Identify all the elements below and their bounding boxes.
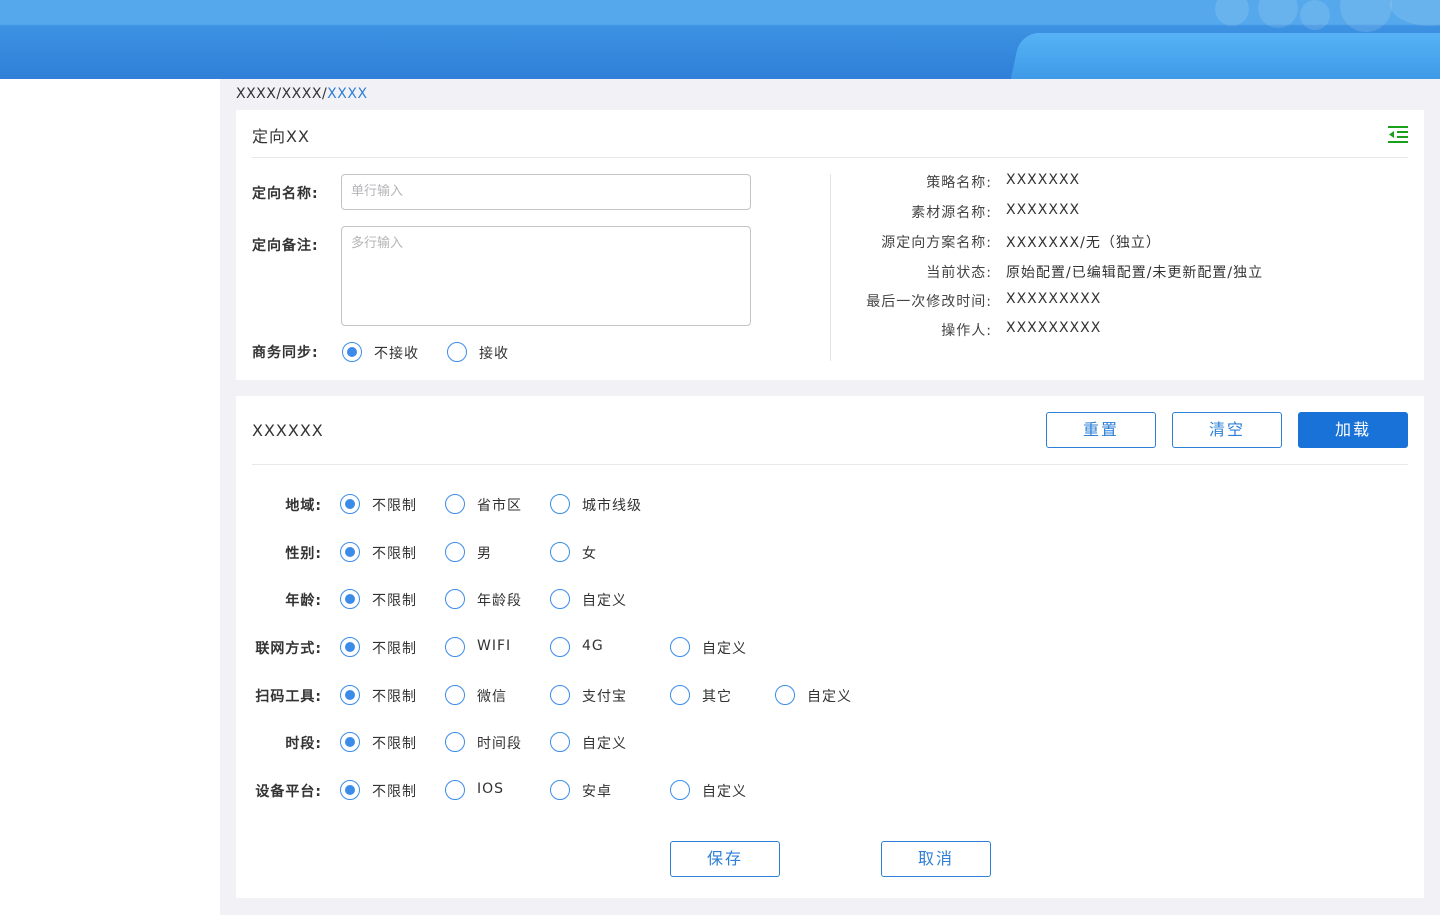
info-value: XXXXXXX bbox=[1006, 172, 1081, 188]
filter-radio[interactable] bbox=[550, 637, 570, 657]
info-value: XXXXXXX bbox=[1006, 202, 1081, 218]
filter-radio[interactable] bbox=[775, 685, 795, 705]
outdent-icon[interactable] bbox=[1387, 124, 1409, 146]
filter-option-label: 不限制 bbox=[372, 689, 417, 705]
info-value: XXXXXXX/无（独立） bbox=[1006, 235, 1161, 251]
filter-radio[interactable] bbox=[340, 494, 360, 514]
filter-option-label: 不限制 bbox=[372, 641, 417, 657]
filter-label: 设备平台: bbox=[255, 784, 322, 800]
sync-label: 商务同步: bbox=[252, 345, 319, 361]
filter-radio[interactable] bbox=[445, 685, 465, 705]
filter-label: 时段: bbox=[285, 736, 322, 752]
info-key: 源定向方案名称: bbox=[881, 235, 992, 251]
breadcrumb: XXXX/XXXX/XXXX bbox=[236, 86, 368, 102]
name-label: 定向名称: bbox=[252, 186, 319, 202]
filter-radio[interactable] bbox=[445, 637, 465, 657]
filter-option-label: 不限制 bbox=[372, 546, 417, 562]
sync-option-label: 接收 bbox=[479, 346, 509, 362]
filter-label: 联网方式: bbox=[255, 641, 322, 657]
info-key: 最后一次修改时间: bbox=[866, 294, 992, 310]
filter-option-label: 不限制 bbox=[372, 593, 417, 609]
filter-option-label: 女 bbox=[582, 546, 597, 562]
info-key: 策略名称: bbox=[926, 175, 992, 191]
panel-title: XXXXXX bbox=[252, 421, 324, 440]
info-key: 素材源名称: bbox=[911, 205, 992, 221]
filter-radio[interactable] bbox=[550, 494, 570, 514]
filter-radio[interactable] bbox=[445, 494, 465, 514]
info-value: XXXXXXXXX bbox=[1006, 320, 1102, 336]
cancel-button[interactable]: 取消 bbox=[881, 841, 991, 877]
sync-radio-reject[interactable] bbox=[342, 342, 362, 362]
sync-option-label: 不接收 bbox=[374, 346, 419, 362]
filter-option-label: 自定义 bbox=[807, 689, 852, 705]
filter-radio[interactable] bbox=[550, 732, 570, 752]
targeting-info-panel: 定向XX 定向名称: 单行输入 定向备注: 多行输入 商务同步: 不接收 接收 … bbox=[236, 110, 1424, 380]
filter-option-label: 不限制 bbox=[372, 736, 417, 752]
filter-option-label: 其它 bbox=[702, 689, 732, 705]
remark-textarea[interactable]: 多行输入 bbox=[341, 226, 751, 326]
filter-radio[interactable] bbox=[550, 685, 570, 705]
filter-radio[interactable] bbox=[340, 637, 360, 657]
breadcrumb-current[interactable]: XXXX bbox=[327, 86, 367, 102]
targeting-filters-panel: XXXXXX 重置 清空 加载 地域: 不限制 省市区 城市线级 性别: 不限制男女年龄:… bbox=[236, 396, 1424, 898]
filter-radio[interactable] bbox=[445, 780, 465, 800]
filter-radio[interactable] bbox=[445, 542, 465, 562]
panel-divider bbox=[252, 464, 1408, 465]
vertical-divider bbox=[830, 174, 831, 361]
filter-option-label: 不限制 bbox=[372, 784, 417, 800]
sidebar bbox=[0, 79, 220, 915]
filter-radio[interactable] bbox=[445, 589, 465, 609]
filter-option-label: 安卓 bbox=[582, 784, 612, 800]
top-header-bar bbox=[0, 0, 1440, 79]
header-decoration bbox=[1300, 0, 1330, 30]
filter-radio[interactable] bbox=[670, 637, 690, 657]
filter-option-label: 省市区 bbox=[477, 498, 522, 514]
reset-button[interactable]: 重置 bbox=[1046, 412, 1156, 448]
filter-option-label: 支付宝 bbox=[582, 689, 627, 705]
breadcrumb-path[interactable]: XXXX/XXXX/ bbox=[236, 86, 327, 102]
filter-radio[interactable] bbox=[550, 780, 570, 800]
header-decoration bbox=[1340, 0, 1392, 32]
filter-radio[interactable] bbox=[340, 589, 360, 609]
filter-option-label: 微信 bbox=[477, 689, 507, 705]
sync-radio-accept[interactable] bbox=[447, 342, 467, 362]
filter-option-label: WIFI bbox=[477, 638, 512, 654]
save-button[interactable]: 保存 bbox=[670, 841, 780, 877]
info-key: 当前状态: bbox=[926, 265, 992, 281]
filter-option-label: 自定义 bbox=[582, 736, 627, 752]
filter-radio[interactable] bbox=[340, 732, 360, 752]
filter-option-label: 男 bbox=[477, 546, 492, 562]
filter-option-label: 年龄段 bbox=[477, 593, 522, 609]
filter-radio[interactable] bbox=[670, 780, 690, 800]
filter-option-label: 4G bbox=[582, 638, 604, 654]
filter-label: 年龄: bbox=[285, 593, 322, 609]
filter-option-label: 自定义 bbox=[702, 784, 747, 800]
filter-label: 地域: bbox=[285, 498, 322, 514]
info-value: 原始配置/已编辑配置/未更新配置/独立 bbox=[1006, 265, 1264, 281]
filter-radio[interactable] bbox=[550, 589, 570, 609]
filter-option-label: 自定义 bbox=[582, 593, 627, 609]
filter-radio[interactable] bbox=[340, 542, 360, 562]
filter-option-label: 不限制 bbox=[372, 498, 417, 514]
filter-label: 性别: bbox=[285, 546, 322, 562]
panel-divider bbox=[252, 157, 1408, 158]
filter-radio[interactable] bbox=[445, 732, 465, 752]
filter-label: 扫码工具: bbox=[255, 689, 322, 705]
filter-radio[interactable] bbox=[340, 685, 360, 705]
info-key: 操作人: bbox=[941, 323, 992, 339]
filter-radio[interactable] bbox=[670, 685, 690, 705]
filter-option-label: 时间段 bbox=[477, 736, 522, 752]
info-value: XXXXXXXXX bbox=[1006, 291, 1102, 307]
filter-option-label: 自定义 bbox=[702, 641, 747, 657]
name-input[interactable]: 单行输入 bbox=[341, 174, 751, 210]
header-active-tab[interactable] bbox=[1010, 33, 1440, 79]
remark-label: 定向备注: bbox=[252, 238, 319, 254]
filter-option-label: 城市线级 bbox=[582, 498, 642, 514]
filter-radio[interactable] bbox=[340, 780, 360, 800]
filter-option-label: IOS bbox=[477, 781, 505, 797]
clear-button[interactable]: 清空 bbox=[1172, 412, 1282, 448]
load-button[interactable]: 加载 bbox=[1298, 412, 1408, 448]
panel-title: 定向XX bbox=[252, 127, 310, 146]
filter-radio[interactable] bbox=[550, 542, 570, 562]
